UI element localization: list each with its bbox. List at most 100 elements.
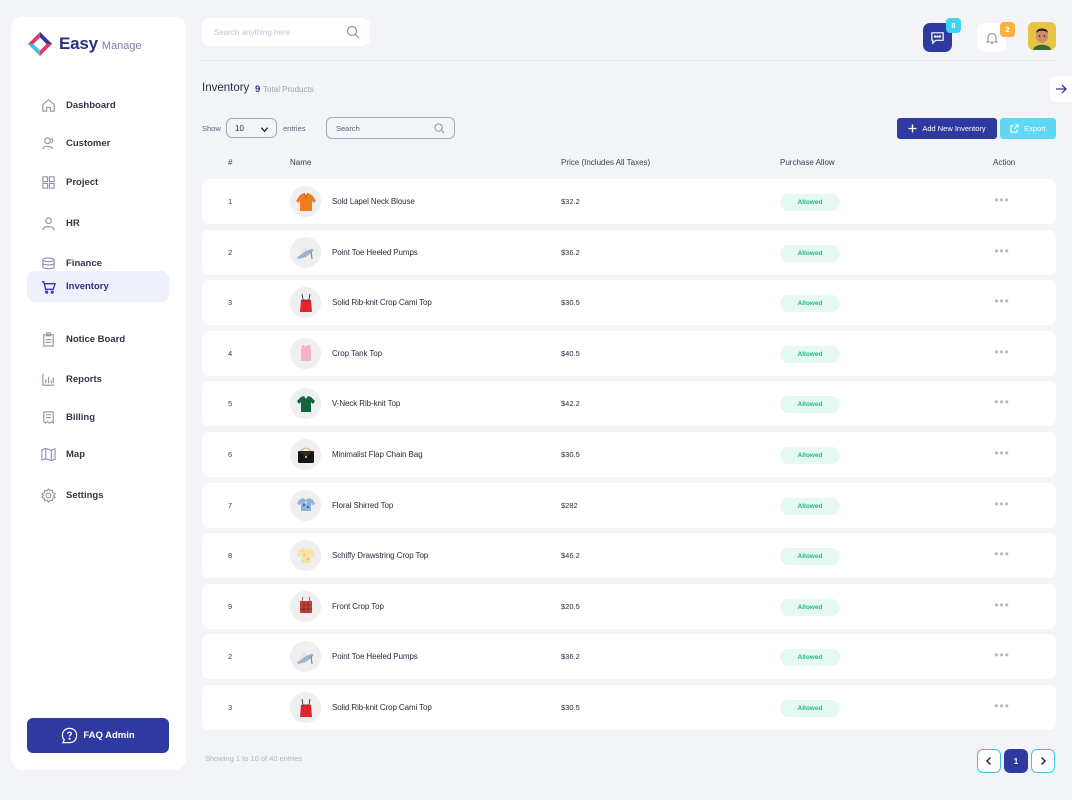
total-products-label: Total Products [263,85,314,94]
table-row[interactable]: 7 Floral Shirred Top $282 Allowed ••• [202,482,1056,528]
table-search[interactable] [326,117,455,139]
table-search-input[interactable] [336,123,426,133]
more-actions-icon[interactable]: ••• [994,598,1009,612]
global-search-input[interactable] [214,27,334,37]
table-row[interactable]: 9 Front Crop Top $20.5 Allowed ••• [202,583,1056,629]
purchase-allowed-badge: Allowed [780,548,840,566]
pagination-summary: Showing 1 to 10 of 40 entries [205,754,303,763]
product-price: $30.5 [561,298,580,308]
sidebar-item-dashboard[interactable]: Dashboard [27,90,169,121]
column-header-name[interactable]: Name [290,158,311,167]
add-new-inventory-label: Add New Inventory [922,124,986,133]
product-price: $282 [561,500,578,510]
more-actions-icon[interactable]: ••• [994,648,1009,662]
purchase-allowed-badge: Allowed [780,700,840,717]
table-row[interactable]: 2 Point Toe Heeled Pumps $36.2 Allowed ••• [202,229,1056,275]
cart-icon [41,279,56,294]
product-thumbnail [290,692,321,723]
more-actions-icon[interactable]: ••• [994,193,1009,207]
sidebar-item-label: Settings [66,490,104,501]
row-index: 2 [228,247,233,257]
sidebar-item-map[interactable]: Map [27,439,169,470]
column-header-price[interactable]: Price (Includes All Taxes) [561,158,650,167]
database-icon [41,256,56,271]
product-name[interactable]: Solid Rib-knit Crop Cami Top [332,298,432,307]
global-search[interactable] [202,18,370,46]
add-new-inventory-button[interactable]: Add New Inventory [897,118,997,139]
product-name[interactable]: Solid Rib-knit Crop Cami Top [332,703,432,712]
table-row[interactable]: 3 Solid Rib-knit Crop Cami Top $30.5 Allowe… [202,685,1056,730]
next-page-button[interactable] [1031,749,1055,773]
search-icon[interactable] [434,123,445,134]
table-row[interactable]: 6 Minimalist Flap Chain Bag $30.5 Allowed ••… [202,432,1056,477]
product-name[interactable]: Minimalist Flap Chain Bag [332,450,423,459]
sidebar-item-inventory[interactable]: Inventory [27,271,169,302]
sidebar-item-label: Notice Board [66,334,126,345]
table-row[interactable]: 3 Solid Rib-knit Crop Cami Top $30.5 Allowe… [202,280,1056,326]
sidebar-item-customer[interactable]: Customer [27,128,169,159]
sidebar-item-reports[interactable]: Reports [27,364,169,395]
plus-icon [908,124,917,133]
product-name[interactable]: Crop Tank Top [332,349,382,358]
export-button[interactable]: Export [1000,118,1056,139]
row-index: 8 [228,551,233,561]
bar-chart-icon [41,372,56,387]
purchase-allowed-badge: Allowed [780,649,840,667]
sidebar-item-project[interactable]: Project [27,167,169,198]
notifications-badge: 2 [1000,22,1015,37]
sidebar-item-settings[interactable]: Settings [27,480,169,511]
more-actions-icon[interactable]: ••• [994,345,1009,359]
product-name[interactable]: Point Toe Heeled Pumps [332,652,418,661]
app-logo[interactable]: Easy Manage [27,29,142,59]
sidebar-item-label: Dashboard [66,100,116,111]
sidebar-item-billing[interactable]: Billing [27,402,169,433]
table-row[interactable]: 8 Schiffy Drawstring Crop Top $46.2 Allowed… [202,533,1056,579]
faq-admin-button[interactable]: FAQ Admin [27,718,169,753]
product-thumbnail [290,337,321,369]
sidebar-item-notice-board[interactable]: Notice Board [27,324,169,355]
previous-page-button[interactable] [977,749,1001,773]
purchase-allowed-badge: Allowed [780,396,840,414]
product-thumbnail [290,641,321,673]
product-name[interactable]: Front Crop Top [332,602,384,611]
expand-panel-button[interactable] [1050,76,1072,102]
purchase-allowed-badge: Allowed [780,497,840,515]
product-name[interactable]: Point Toe Heeled Pumps [332,248,418,257]
more-actions-icon[interactable]: ••• [994,497,1009,511]
sidebar-item-label: Billing [66,412,96,423]
more-actions-icon[interactable]: ••• [994,699,1009,713]
product-price: $42.2 [561,399,580,409]
product-thumbnail [290,489,321,521]
entries-value: 10 [235,123,244,133]
sidebar: Easy Manage Dashboard Customer Project H… [11,17,186,770]
table-row[interactable]: 4 Crop Tank Top $40.5 Allowed ••• [202,330,1056,376]
entries-label: entries [283,124,306,133]
product-name[interactable]: Schiffy Drawstring Crop Top [332,551,428,560]
user-avatar[interactable] [1028,22,1056,50]
table-row[interactable]: 1 Sold Lapel Neck Blouse $32.2 Allowed ••• [202,179,1056,224]
sidebar-item-label: Map [66,449,85,460]
more-actions-icon[interactable]: ••• [994,244,1009,258]
row-index: 1 [228,197,233,206]
sidebar-item-hr[interactable]: HR [27,208,169,239]
product-name[interactable]: V-Neck Rib-knit Top [332,399,400,408]
table-row[interactable]: 2 Point Toe Heeled Pumps $36.2 Allowed ••• [202,634,1056,680]
sidebar-item-label: Finance [66,258,102,269]
table-row[interactable]: 5 V-Neck Rib-knit Top $42.2 Allowed ••• [202,381,1056,427]
faq-admin-label: FAQ Admin [83,730,135,741]
product-name[interactable]: Floral Shirred Top [332,501,393,510]
map-icon [41,447,56,462]
search-icon[interactable] [346,25,360,39]
column-header-purchase-allow[interactable]: Purchase Allow [780,158,835,167]
page-button-current[interactable]: 1 [1004,749,1028,773]
product-name[interactable]: Sold Lapel Neck Blouse [332,197,415,206]
product-price: $30.5 [561,703,580,712]
page-title: Inventory [202,82,250,94]
row-index: 2 [228,652,233,662]
more-actions-icon[interactable]: ••• [994,547,1009,561]
more-actions-icon[interactable]: ••• [994,395,1009,409]
more-actions-icon[interactable]: ••• [994,446,1009,460]
entries-per-page-select[interactable]: 10 [226,118,277,138]
more-actions-icon[interactable]: ••• [994,294,1009,308]
gear-icon [41,488,56,503]
